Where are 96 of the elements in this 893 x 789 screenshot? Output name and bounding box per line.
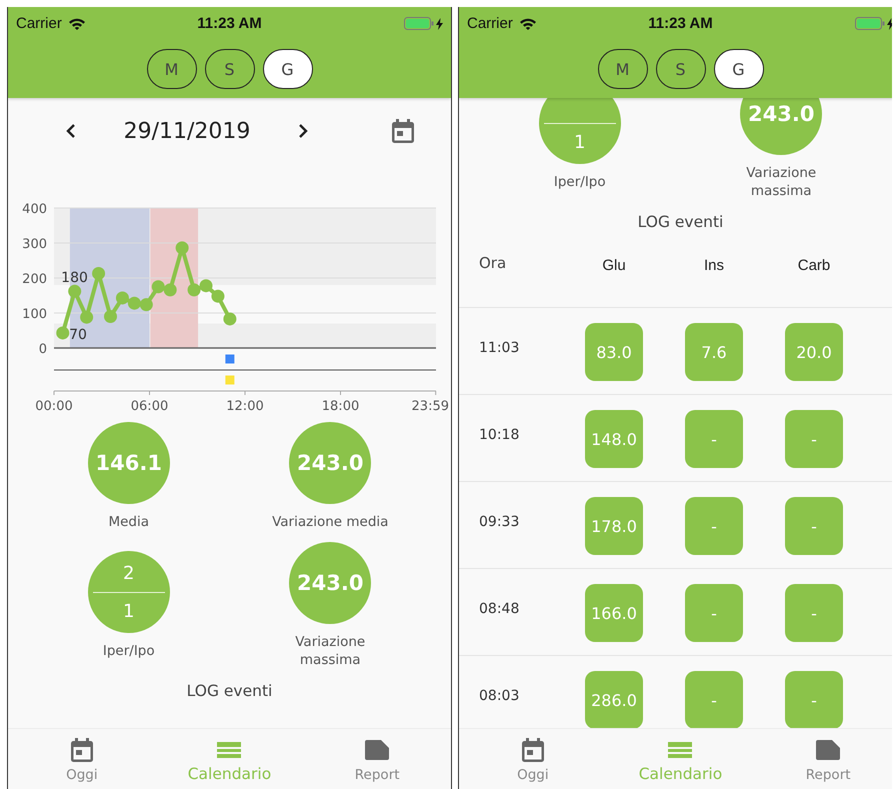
stat-circle: 243.0 (289, 422, 372, 504)
value-badge: 178.0 (585, 497, 643, 555)
tab-button[interactable]: Report (754, 729, 892, 789)
document-icon (365, 740, 390, 760)
event-time: 08:48 (479, 600, 520, 619)
value-badge: 286.0 (585, 671, 643, 728)
value-badge: - (785, 584, 843, 642)
wifi-icon (68, 17, 86, 30)
clock-time: 11:23 AM (197, 15, 262, 32)
axis-label: 400 (22, 202, 47, 217)
stat-label: Media (108, 513, 150, 531)
data-point (116, 291, 129, 304)
value-badge: - (685, 671, 743, 728)
calendar-icon[interactable] (392, 119, 414, 143)
value-badge: - (685, 497, 743, 555)
clock-time: 11:23 AM (648, 15, 713, 32)
value-badge: - (685, 584, 743, 642)
menu-icon (217, 742, 242, 758)
segment-button[interactable]: M (146, 49, 196, 89)
data-point (223, 312, 236, 326)
data-point (164, 283, 177, 296)
charging-bolt-icon (887, 18, 892, 30)
axis-label: 100 (22, 307, 47, 322)
axis-label: 06:00 (130, 399, 168, 414)
stat-label: Iper/Ipo (554, 173, 606, 191)
axis-label: 300 (22, 237, 47, 252)
tab-button[interactable]: Oggi (459, 729, 607, 789)
stat-label: Iper/Ipo (102, 642, 155, 660)
segment-button[interactable]: M (598, 49, 648, 89)
data-point (56, 326, 70, 340)
value-badge: 20.0 (785, 323, 843, 381)
axis-label: 18:00 (322, 399, 360, 414)
data-point (152, 280, 165, 294)
stat-circle: 146.1 (88, 422, 170, 504)
column-header: Carb (796, 256, 832, 276)
battery-icon (855, 17, 885, 30)
carrier-name: Carrier (467, 15, 513, 32)
value-badge: - (785, 671, 843, 728)
tab-button[interactable]: Report (303, 729, 451, 789)
data-point (188, 283, 201, 296)
ratio-top: 2 (123, 562, 134, 584)
date-label: 29/11/2019 (122, 118, 252, 144)
threshold-label: 180 (61, 270, 88, 286)
event-time: 11:03 (479, 339, 520, 358)
battery-icon (404, 17, 434, 30)
data-point (68, 284, 82, 298)
value-badge: 166.0 (585, 584, 643, 642)
value-badge: 148.0 (585, 410, 643, 468)
value-badge: 83.0 (585, 323, 643, 381)
document-icon (816, 740, 840, 760)
chevron-left-icon[interactable] (65, 123, 77, 139)
column-header: Ora (479, 253, 508, 274)
ratio-bottom: 1 (574, 132, 586, 152)
column-header: Glu (601, 256, 627, 276)
segment-button[interactable]: G (714, 49, 764, 89)
charging-bolt-icon (436, 18, 443, 30)
chevron-right-icon[interactable] (297, 123, 309, 139)
menu-icon (668, 742, 692, 758)
axis-label: 0 (38, 342, 47, 357)
column-header: Ins (702, 256, 725, 276)
event-time: 08:03 (479, 687, 520, 706)
carrier-name: Carrier (16, 15, 62, 32)
value-badge: - (785, 410, 843, 468)
threshold-label: 70 (69, 326, 87, 343)
calendar-icon (522, 738, 544, 762)
ratio-bottom: 1 (123, 600, 134, 622)
value-badge: 7.6 (685, 323, 743, 381)
wifi-icon (518, 17, 537, 30)
axis-label: 00:00 (35, 399, 73, 414)
calendar-icon (70, 738, 93, 762)
data-point (80, 310, 94, 324)
stat-label: Variazione massima (745, 164, 818, 200)
event-time: 10:18 (479, 426, 520, 445)
data-point (211, 290, 224, 303)
axis-label: 12:00 (226, 399, 264, 414)
axis-label: 23:59 (412, 399, 449, 414)
data-point (104, 310, 117, 323)
data-point (176, 241, 189, 254)
data-point (140, 298, 153, 312)
axis-label: 200 (22, 272, 47, 287)
segment-button[interactable]: S (204, 49, 254, 89)
value-badge: - (785, 497, 843, 555)
segment-button[interactable]: G (262, 49, 312, 89)
segment-button[interactable]: S (656, 49, 706, 89)
section-title: LOG eventi (186, 682, 274, 700)
event-time: 09:33 (479, 513, 520, 532)
data-point (200, 279, 212, 292)
data-point (92, 266, 106, 280)
section-title: LOG eventi (636, 213, 724, 231)
value-badge: - (685, 410, 743, 468)
stat-label: Variazione media (272, 513, 388, 531)
stat-label: Variazione massima (294, 633, 366, 669)
stat-circle: 243.0 (740, 98, 822, 155)
tab-button[interactable]: Oggi (8, 729, 156, 789)
data-point (128, 296, 141, 310)
stat-circle: 243.0 (289, 542, 372, 624)
